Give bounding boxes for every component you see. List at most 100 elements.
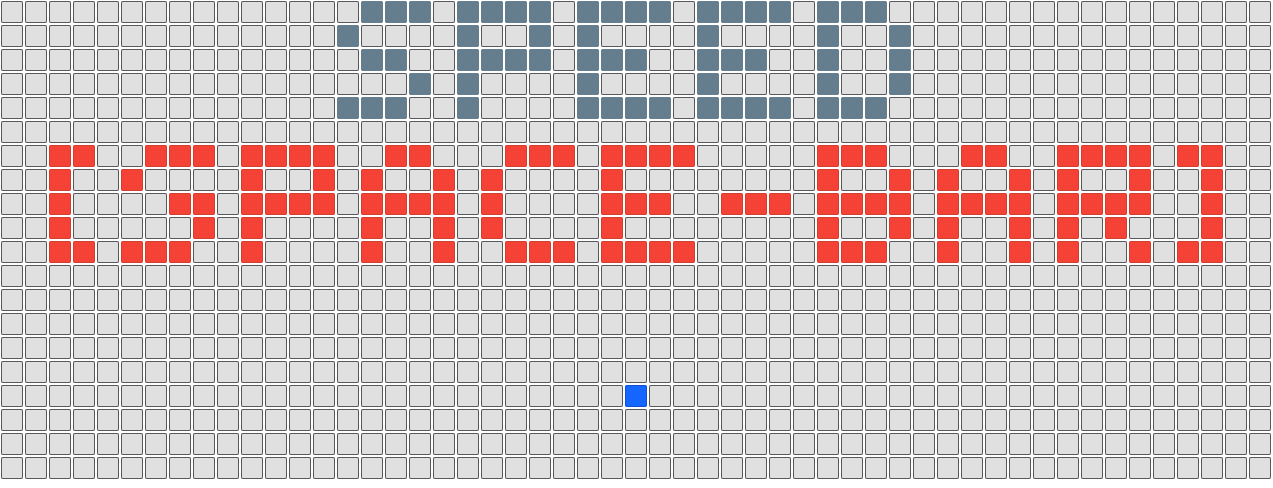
grid-cell[interactable] [601, 25, 623, 47]
grid-cell[interactable] [841, 313, 863, 335]
grid-cell[interactable] [193, 25, 215, 47]
grid-cell[interactable] [1105, 25, 1127, 47]
grid-cell[interactable] [313, 121, 335, 143]
grid-cell[interactable] [337, 241, 359, 263]
grid-cell[interactable] [529, 73, 551, 95]
grid-cell[interactable] [553, 361, 575, 383]
grid-cell[interactable] [121, 457, 143, 479]
grid-cell[interactable] [913, 385, 935, 407]
grid-cell[interactable] [1225, 193, 1247, 215]
grid-cell[interactable] [97, 193, 119, 215]
grid-cell[interactable] [673, 265, 695, 287]
grid-cell[interactable] [1033, 241, 1055, 263]
grid-cell[interactable] [1081, 289, 1103, 311]
grid-cell[interactable] [673, 49, 695, 71]
grid-cell[interactable] [1225, 385, 1247, 407]
grid-cell[interactable] [1009, 1, 1031, 23]
grid-cell[interactable] [889, 409, 911, 431]
grid-cell[interactable] [97, 97, 119, 119]
grid-cell[interactable] [1033, 433, 1055, 455]
grid-cell[interactable] [265, 49, 287, 71]
grid-cell[interactable] [793, 145, 815, 167]
grid-cell-red[interactable] [289, 193, 311, 215]
grid-cell[interactable] [601, 409, 623, 431]
grid-cell[interactable] [385, 457, 407, 479]
grid-cell-red[interactable] [265, 193, 287, 215]
grid-cell[interactable] [865, 265, 887, 287]
grid-cell-red[interactable] [841, 241, 863, 263]
grid-cell[interactable] [1081, 217, 1103, 239]
grid-cell-red[interactable] [73, 145, 95, 167]
grid-cell[interactable] [793, 409, 815, 431]
grid-cell[interactable] [337, 1, 359, 23]
grid-cell-red[interactable] [601, 169, 623, 191]
grid-cell[interactable] [145, 289, 167, 311]
grid-cell[interactable] [457, 337, 479, 359]
grid-cell[interactable] [385, 337, 407, 359]
grid-cell-red[interactable] [937, 217, 959, 239]
grid-cell-red[interactable] [481, 169, 503, 191]
grid-cell[interactable] [1033, 49, 1055, 71]
grid-cell[interactable] [649, 337, 671, 359]
grid-cell[interactable] [601, 265, 623, 287]
grid-cell[interactable] [697, 217, 719, 239]
grid-cell[interactable] [25, 73, 47, 95]
grid-cell[interactable] [121, 265, 143, 287]
grid-cell[interactable] [169, 217, 191, 239]
grid-cell[interactable] [1225, 25, 1247, 47]
grid-cell-grey[interactable] [409, 1, 431, 23]
grid-cell[interactable] [361, 385, 383, 407]
grid-cell[interactable] [313, 73, 335, 95]
grid-cell[interactable] [145, 97, 167, 119]
grid-cell[interactable] [433, 457, 455, 479]
grid-cell[interactable] [409, 217, 431, 239]
grid-cell[interactable] [553, 313, 575, 335]
grid-cell[interactable] [1129, 121, 1151, 143]
grid-cell[interactable] [217, 97, 239, 119]
grid-cell[interactable] [1, 457, 23, 479]
grid-cell[interactable] [289, 121, 311, 143]
grid-cell-red[interactable] [985, 145, 1007, 167]
grid-cell[interactable] [73, 457, 95, 479]
grid-cell[interactable] [625, 457, 647, 479]
grid-cell[interactable] [361, 73, 383, 95]
grid-cell[interactable] [769, 169, 791, 191]
grid-cell[interactable] [721, 289, 743, 311]
grid-cell[interactable] [505, 361, 527, 383]
grid-cell[interactable] [217, 25, 239, 47]
grid-cell[interactable] [217, 169, 239, 191]
grid-cell[interactable] [1225, 73, 1247, 95]
grid-cell[interactable] [505, 73, 527, 95]
grid-cell[interactable] [553, 385, 575, 407]
grid-cell[interactable] [937, 1, 959, 23]
grid-cell[interactable] [409, 433, 431, 455]
grid-cell[interactable] [769, 145, 791, 167]
grid-cell[interactable] [889, 121, 911, 143]
grid-cell[interactable] [505, 97, 527, 119]
grid-cell[interactable] [553, 337, 575, 359]
grid-cell[interactable] [529, 457, 551, 479]
grid-cell[interactable] [721, 385, 743, 407]
grid-cell[interactable] [913, 193, 935, 215]
grid-cell-grey[interactable] [697, 97, 719, 119]
grid-cell-grey[interactable] [745, 1, 767, 23]
grid-cell[interactable] [697, 433, 719, 455]
grid-cell[interactable] [865, 433, 887, 455]
grid-cell[interactable] [769, 409, 791, 431]
grid-cell[interactable] [457, 313, 479, 335]
grid-cell[interactable] [985, 289, 1007, 311]
grid-cell[interactable] [553, 25, 575, 47]
grid-cell[interactable] [625, 337, 647, 359]
grid-cell[interactable] [337, 457, 359, 479]
grid-cell[interactable] [649, 385, 671, 407]
grid-cell[interactable] [793, 49, 815, 71]
grid-cell-red[interactable] [1177, 241, 1199, 263]
grid-cell[interactable] [1033, 265, 1055, 287]
grid-cell[interactable] [97, 313, 119, 335]
grid-cell[interactable] [865, 217, 887, 239]
grid-cell-red[interactable] [817, 193, 839, 215]
grid-cell-red[interactable] [481, 193, 503, 215]
grid-cell[interactable] [961, 25, 983, 47]
grid-cell[interactable] [865, 457, 887, 479]
grid-cell[interactable] [697, 313, 719, 335]
